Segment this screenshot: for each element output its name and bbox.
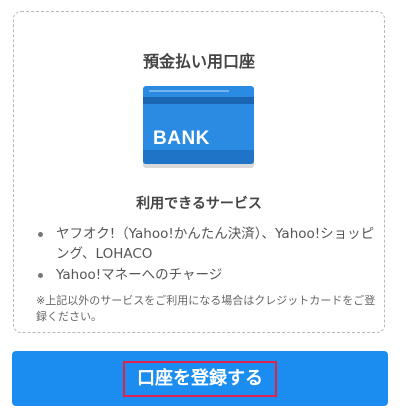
- bank-account-card: 預金払い用口座 BANK 利用できるサービス ヤフオク!（Yahoo!かんたん決…: [13, 11, 385, 333]
- list-item: ヤフオク!（Yahoo!かんたん決済）、Yahoo!ショッピング、LOHACO: [36, 224, 376, 264]
- bullet-icon: [38, 273, 43, 278]
- card-title: 預金払い用口座: [142, 52, 255, 71]
- service-label: Yahoo!マネーへのチャージ: [56, 267, 223, 283]
- note-text: ※上記以外のサービスをご利用になる場合はクレジットカードをご登録ください。: [36, 294, 376, 323]
- service-list: ヤフオク!（Yahoo!かんたん決済）、Yahoo!ショッピング、LOHACO …: [36, 224, 376, 286]
- bank-card-label: BANK: [153, 128, 210, 149]
- bank-card-highlight: [149, 90, 229, 92]
- available-services-heading: 利用できるサービス: [136, 196, 262, 212]
- bank-card-icon: BANK: [143, 86, 254, 164]
- register-account-button[interactable]: 口座を登録する: [12, 351, 388, 406]
- bank-card-shade: [143, 150, 254, 164]
- service-label: ヤフオク!（Yahoo!かんたん決済）、Yahoo!ショッピング、LOHACO: [56, 226, 375, 262]
- bank-card-stripe: [143, 97, 254, 104]
- register-button-label: 口座を登録する: [123, 360, 277, 397]
- list-item: Yahoo!マネーへのチャージ: [36, 265, 376, 285]
- bullet-icon: [38, 232, 43, 237]
